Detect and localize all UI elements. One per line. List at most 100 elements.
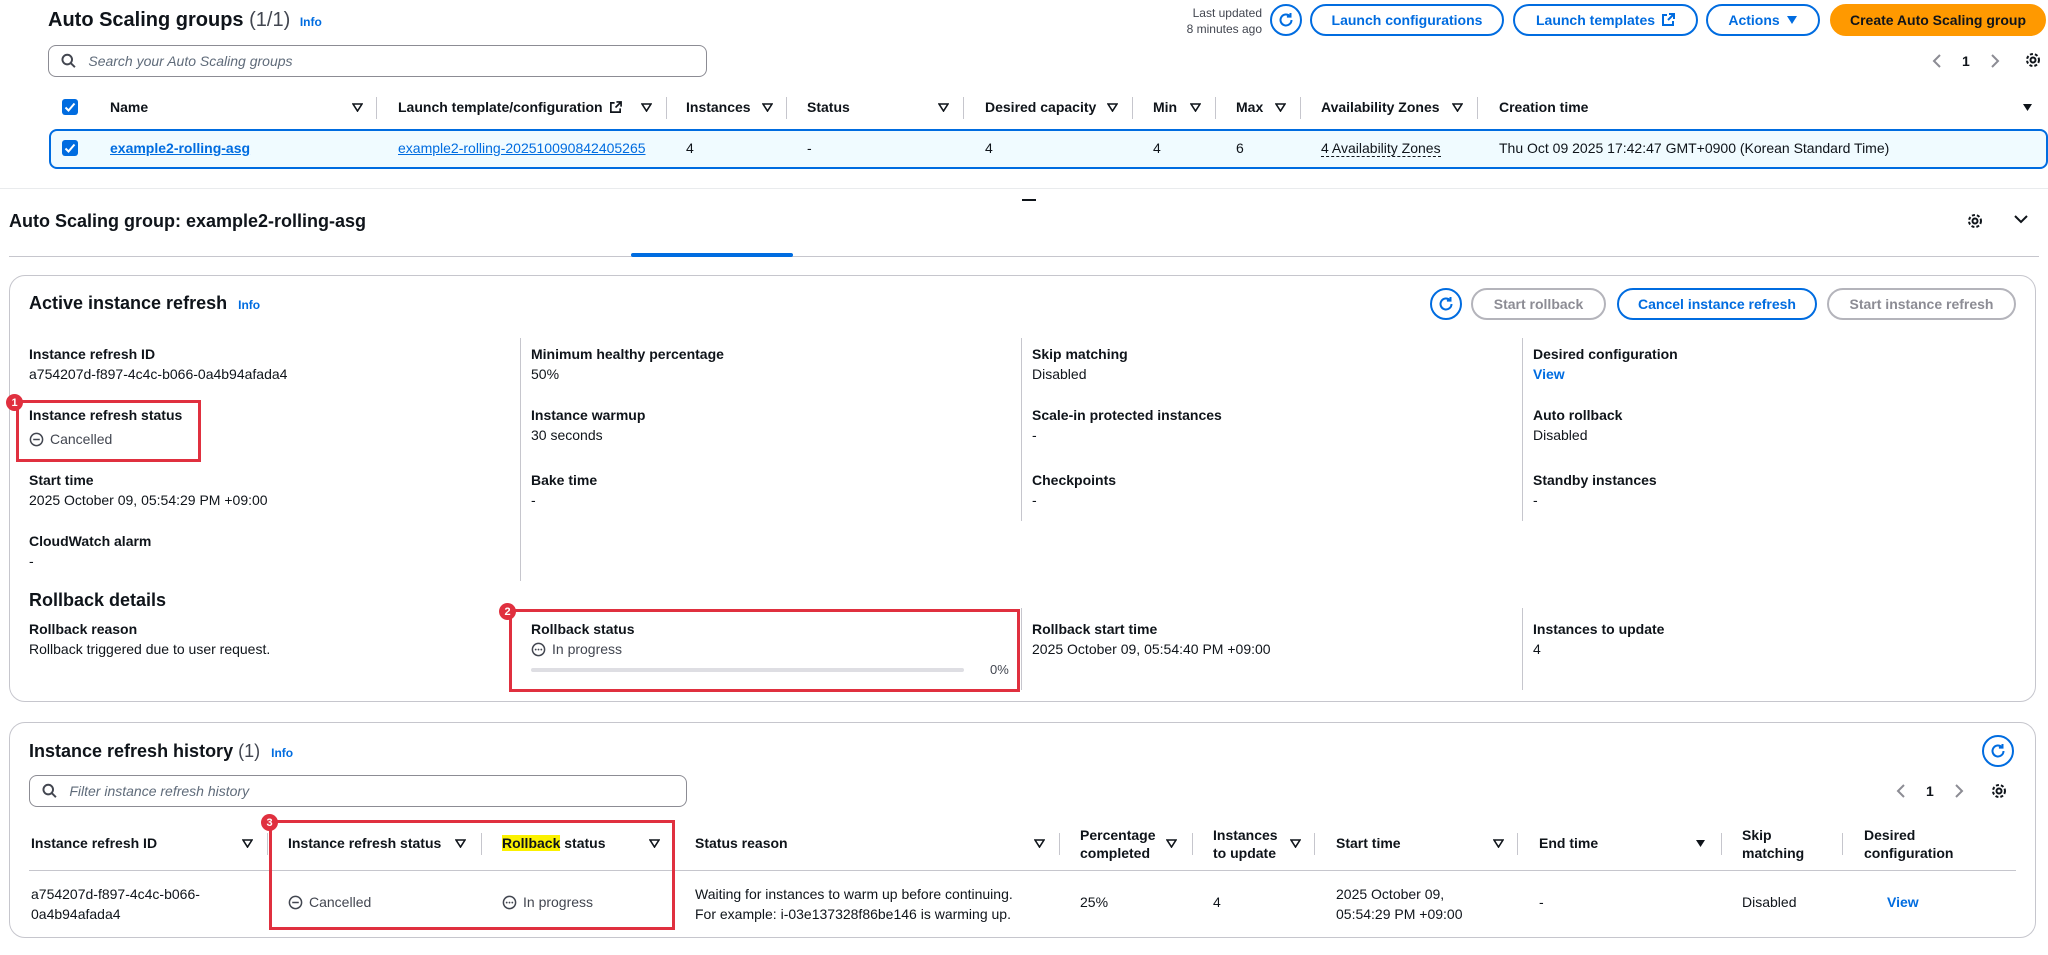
asg-list-title: Auto Scaling groups (1/1) Info: [48, 9, 322, 32]
sort-icon[interactable]: [1290, 839, 1301, 848]
refresh-history-button[interactable]: [1982, 735, 2014, 767]
start-instance-refresh-button[interactable]: Start instance refresh: [1827, 288, 2016, 320]
hcol-end-time[interactable]: End time: [1539, 835, 1598, 851]
hcol-status-reason[interactable]: Status reason: [695, 835, 788, 851]
col-launch-template[interactable]: Launch template/configuration: [398, 99, 622, 115]
start-time-value: 2025 October 09, 05:54:29 PM +09:00: [29, 492, 268, 508]
checkpoints-label: Checkpoints: [1032, 472, 1117, 488]
col-divider: [1059, 833, 1060, 855]
auto-rollback-label: Auto rollback: [1533, 407, 1623, 423]
external-link-icon: [1662, 13, 1676, 26]
sort-icon[interactable]: [641, 103, 652, 112]
cell-azs[interactable]: 4 Availability Zones: [1321, 140, 1441, 157]
hcol-skip-matching[interactable]: Skip matching: [1742, 826, 1804, 862]
history-search[interactable]: [29, 775, 687, 807]
col-instances[interactable]: Instances: [686, 99, 751, 115]
launch-template-link[interactable]: example2-rolling-202510090842405265: [398, 140, 664, 156]
hcol-desired-l2: configuration: [1864, 845, 1954, 861]
standby-label: Standby instances: [1533, 472, 1657, 488]
sort-icon[interactable]: [1166, 839, 1177, 848]
sort-icon[interactable]: [1034, 839, 1045, 848]
skip-matching-value: Disabled: [1032, 366, 1087, 382]
skip-matching-label: Skip matching: [1032, 346, 1128, 362]
hcell-percentage: 25%: [1080, 894, 1109, 910]
col-min[interactable]: Min: [1153, 99, 1177, 115]
create-asg-button[interactable]: Create Auto Scaling group: [1830, 4, 2046, 36]
gear-icon[interactable]: [1990, 782, 2008, 800]
kv-divider: [1522, 608, 1523, 690]
hcol-refresh-id[interactable]: Instance refresh ID: [31, 835, 157, 851]
asg-info-link[interactable]: Info: [300, 15, 322, 29]
col-name[interactable]: Name: [110, 99, 148, 115]
chevron-left-icon[interactable]: [1896, 784, 1906, 798]
refresh-icon: [1991, 744, 2005, 758]
launch-templates-label: Launch templates: [1535, 12, 1656, 28]
sort-icon[interactable]: [352, 103, 363, 112]
chevron-right-icon[interactable]: [1954, 784, 1964, 798]
col-creation-time[interactable]: Creation time: [1499, 99, 1588, 115]
history-pagination: 1: [1892, 782, 1992, 802]
asg-search-input[interactable]: [86, 52, 706, 70]
caret-down-icon: [1786, 16, 1797, 24]
history-page-number[interactable]: 1: [1926, 783, 1934, 799]
cancel-instance-refresh-button[interactable]: Cancel instance refresh: [1617, 288, 1817, 320]
hcell-reason-l2: For example: i-03e137328f86be146 is warm…: [695, 906, 1011, 922]
cell-desired: 4: [985, 140, 993, 156]
actions-button[interactable]: Actions: [1706, 4, 1820, 36]
row-checkbox[interactable]: [62, 140, 78, 156]
launch-templates-button[interactable]: Launch templates: [1513, 4, 1698, 36]
select-all-checkbox[interactable]: [62, 99, 78, 115]
desired-config-view-link[interactable]: View: [1533, 366, 1565, 382]
sort-icon[interactable]: [1107, 103, 1118, 112]
hcol-instances-to-update[interactable]: Instances to update: [1213, 826, 1278, 862]
history-search-input[interactable]: [67, 782, 686, 800]
refresh-active-button[interactable]: [1430, 288, 1462, 320]
resize-handle[interactable]: [1022, 199, 1036, 201]
active-refresh-header: Active instance refresh Info: [29, 293, 260, 314]
hcol-percentage[interactable]: Percentage completed: [1080, 826, 1155, 862]
chevron-right-icon[interactable]: [1990, 54, 2000, 68]
col-availability-zones[interactable]: Availability Zones: [1321, 99, 1440, 115]
asg-name-link[interactable]: example2-rolling-asg: [110, 140, 250, 156]
hcell-start-l1: 2025 October 09,: [1336, 886, 1445, 902]
sort-desc-icon[interactable]: [2022, 103, 2033, 112]
detail-title: Auto Scaling group: example2-rolling-asg: [9, 211, 367, 231]
sort-desc-icon[interactable]: [1695, 839, 1706, 848]
chevron-down-icon[interactable]: [2014, 215, 2028, 225]
create-asg-label: Create Auto Scaling group: [1849, 12, 2027, 28]
kv-divider: [520, 338, 521, 581]
actions-label: Actions: [1728, 12, 1780, 28]
hcol-start-time[interactable]: Start time: [1336, 835, 1401, 851]
hcol-percentage-l1: Percentage: [1080, 827, 1156, 843]
sort-icon[interactable]: [1275, 103, 1286, 112]
col-status[interactable]: Status: [807, 99, 850, 115]
scalein-protected-value: -: [1032, 427, 1037, 443]
hcol-desired-config[interactable]: Desired configuration: [1864, 826, 1953, 862]
refresh-id-label: Instance refresh ID: [29, 346, 156, 362]
gear-icon[interactable]: [2024, 51, 2042, 69]
refresh-list-button[interactable]: [1270, 4, 1302, 36]
hcol-desired-l1: Desired: [1864, 827, 1916, 843]
sort-icon[interactable]: [1452, 103, 1463, 112]
start-rollback-button[interactable]: Start rollback: [1471, 288, 1606, 320]
sort-icon[interactable]: [1190, 103, 1201, 112]
sort-icon[interactable]: [1493, 839, 1504, 848]
hcell-desired-view-link[interactable]: View: [1887, 894, 1919, 910]
history-info-link[interactable]: Info: [271, 746, 293, 760]
col-max[interactable]: Max: [1236, 99, 1263, 115]
sort-icon[interactable]: [762, 103, 773, 112]
search-icon: [42, 783, 57, 798]
asg-page-number[interactable]: 1: [1962, 53, 1970, 69]
active-tab-indicator[interactable]: [631, 253, 793, 257]
chevron-left-icon[interactable]: [1932, 54, 1942, 68]
col-desired-capacity[interactable]: Desired capacity: [985, 99, 1096, 115]
sort-icon[interactable]: [938, 103, 949, 112]
history-header: Instance refresh history (1) Info: [29, 741, 293, 762]
gear-icon[interactable]: [1966, 212, 1984, 230]
active-refresh-info-link[interactable]: Info: [238, 298, 260, 312]
col-divider: [1314, 833, 1315, 855]
launch-configurations-button[interactable]: Launch configurations: [1310, 4, 1504, 36]
asg-search[interactable]: [48, 45, 707, 77]
annotation-badge: 3: [261, 814, 278, 831]
sort-icon[interactable]: [242, 839, 253, 848]
